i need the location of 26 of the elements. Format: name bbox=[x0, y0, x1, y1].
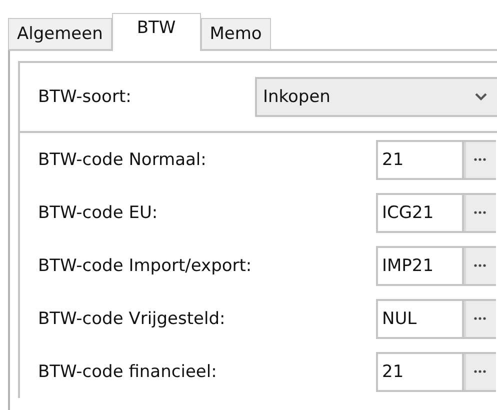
field-label: BTW-code EU: bbox=[38, 202, 159, 222]
code-field[interactable]: 21 bbox=[376, 352, 462, 392]
lookup-button[interactable] bbox=[462, 140, 496, 180]
field-label: BTW-code financieel: bbox=[38, 362, 218, 382]
tab[interactable]: Algemeen bbox=[8, 18, 112, 50]
ellipsis-icon bbox=[474, 370, 486, 373]
lookup-button[interactable] bbox=[462, 298, 496, 338]
code-field[interactable]: 21 bbox=[376, 140, 462, 180]
lookup-button[interactable] bbox=[462, 192, 496, 232]
field-label: BTW-code Normaal: bbox=[38, 150, 208, 170]
ellipsis-icon bbox=[474, 158, 486, 161]
code-field[interactable]: NUL bbox=[376, 298, 462, 338]
field-label: BTW-soort: bbox=[38, 87, 132, 107]
ellipsis-icon bbox=[474, 264, 486, 267]
code-field[interactable]: IMP21 bbox=[376, 246, 462, 286]
code-field[interactable]: ICG21 bbox=[376, 192, 462, 232]
vat-type-dropdown[interactable]: Inkopen bbox=[255, 77, 497, 117]
lookup-button[interactable] bbox=[462, 246, 496, 286]
chevron-down-icon bbox=[475, 93, 487, 101]
lookup-button[interactable] bbox=[462, 352, 496, 392]
field-label: BTW-code Import/export: bbox=[38, 256, 253, 276]
tab[interactable]: Memo bbox=[200, 18, 271, 50]
ellipsis-icon bbox=[474, 211, 486, 214]
tab[interactable]: BTW bbox=[112, 13, 201, 51]
ellipsis-icon bbox=[474, 317, 486, 320]
field-label: BTW-code Vrijgesteld: bbox=[38, 308, 226, 328]
